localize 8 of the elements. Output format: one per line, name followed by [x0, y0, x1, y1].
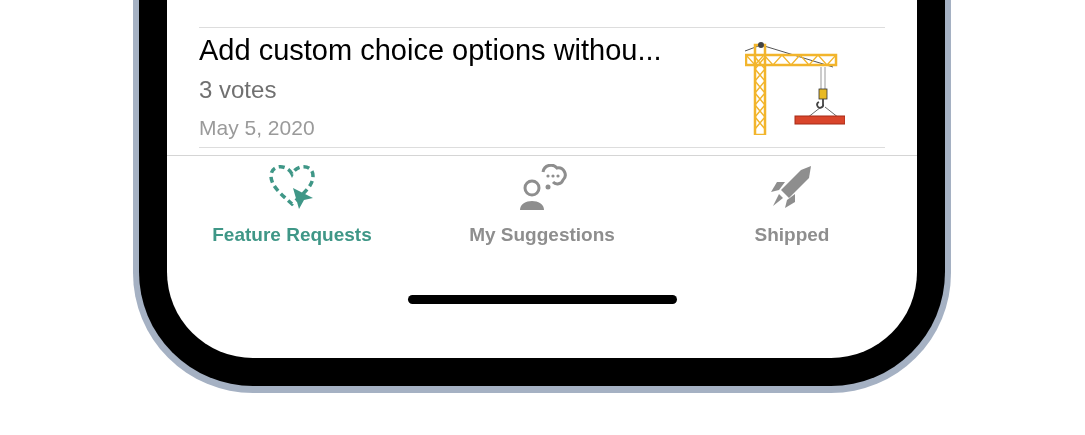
heart-cursor-icon	[267, 164, 317, 210]
tab[interactable]: Shipped	[667, 164, 917, 246]
tab[interactable]: My Suggestions	[417, 164, 667, 246]
person-thought-icon	[517, 164, 567, 210]
vote-count: 3 votes	[199, 74, 278, 105]
request-date: May 5, 2020	[199, 114, 316, 141]
request-title[interactable]: Add custom choice options withou...	[199, 30, 745, 69]
tab[interactable]: Feature Requests	[167, 164, 417, 246]
